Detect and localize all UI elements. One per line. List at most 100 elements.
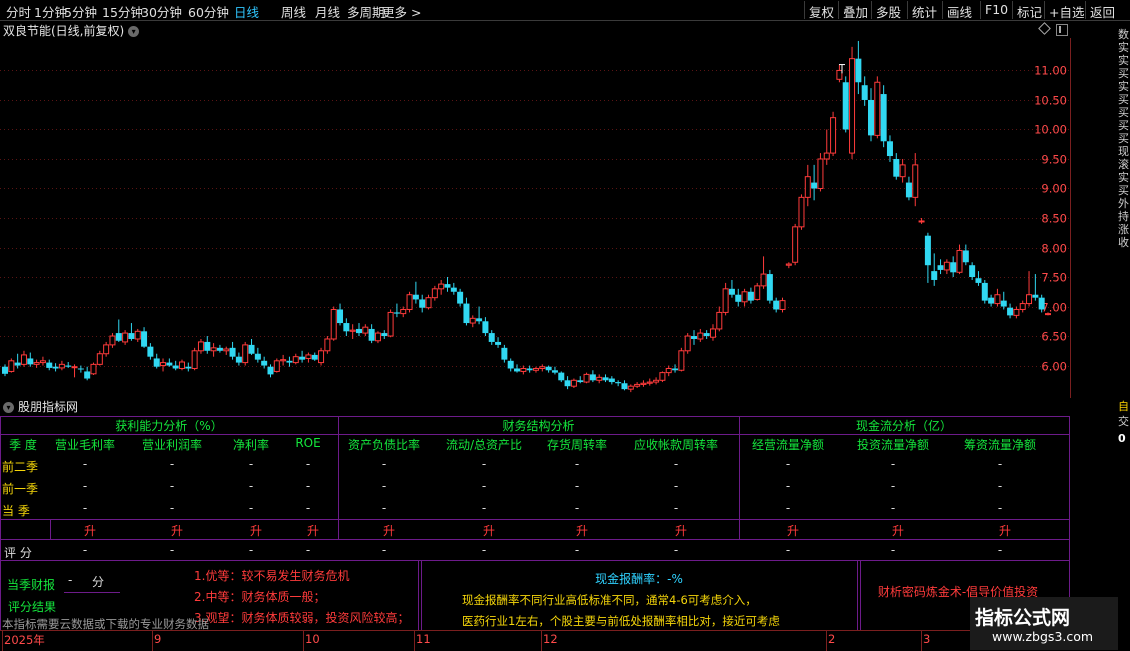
table-cell: -	[890, 479, 896, 493]
candle-body-up	[400, 308, 407, 315]
price-tick-label: 9.00	[1041, 182, 1067, 196]
price-tick-label: 7.50	[1041, 271, 1067, 285]
candle-body-up	[431, 288, 438, 299]
candle-body-down	[368, 328, 375, 341]
trend-cell: 升	[83, 524, 96, 538]
candle-body-up	[918, 220, 925, 223]
price-tick-label: 10.00	[1034, 123, 1067, 137]
candle-body-down	[893, 158, 900, 177]
toolbar-action-7[interactable]: +自选	[1049, 2, 1084, 21]
toolbar-action-0[interactable]: 复权	[809, 2, 834, 21]
watermark-url: www.zbgs3.com	[992, 629, 1094, 644]
panel-name: 股朋指标网	[18, 400, 79, 414]
table-cell: -	[381, 457, 387, 471]
toolbar-action-3[interactable]: 统计	[912, 2, 937, 21]
trend-cell: 升	[482, 524, 495, 538]
score-label: 评 分	[4, 546, 32, 560]
candle-body-up	[438, 283, 445, 290]
table-cell: -	[997, 501, 1003, 515]
candle-body-up	[823, 152, 830, 160]
period-tab-6[interactable]: 日线	[234, 2, 259, 21]
strip-char: 滚	[1118, 158, 1129, 171]
candle-body-down	[65, 365, 72, 367]
candle-body-up	[178, 361, 185, 369]
table-cell: -	[481, 457, 487, 471]
toolbar-action-5[interactable]: F10	[985, 2, 1008, 17]
period-tab-4[interactable]: 30分钟	[141, 2, 182, 21]
candle-body-down	[14, 362, 21, 366]
table-vline	[739, 416, 740, 539]
candle-body-up	[134, 330, 141, 340]
candle-body-up	[792, 226, 799, 263]
table-cell: -	[169, 457, 175, 471]
candle-body-up	[943, 261, 950, 271]
toolbar-separator	[942, 1, 943, 19]
diamond-icon[interactable]	[1038, 22, 1051, 35]
candle-body-up	[58, 363, 65, 369]
candle-body-up	[160, 362, 167, 367]
chart-title[interactable]: 双良节能(日线,前复权) ▾	[3, 22, 140, 39]
candle-body-down	[286, 360, 293, 363]
right-bottom-char: 交	[1118, 415, 1129, 428]
chevron-down-icon[interactable]: ▾	[3, 402, 14, 413]
candle-body-up	[665, 367, 672, 374]
candle-body-up	[722, 288, 729, 313]
period-tab-0[interactable]: 分时	[6, 2, 31, 21]
candle-body-down	[172, 365, 179, 369]
candle-body-down	[52, 366, 59, 369]
period-tab-10[interactable]: 更多 >	[382, 2, 421, 21]
candle-body-down	[248, 344, 255, 354]
toolbar-action-4[interactable]: 画线	[947, 2, 972, 21]
candle-body-up	[425, 297, 432, 309]
window-toggle-icon[interactable]	[1056, 24, 1068, 36]
table-cell: -	[997, 479, 1003, 493]
toolbar-action-2[interactable]: 多股	[876, 2, 901, 21]
toolbar-action-1[interactable]: 叠加	[843, 2, 868, 21]
candle-body-up	[716, 311, 723, 330]
candle-body-down	[608, 378, 615, 383]
strip-char: 外	[1118, 197, 1129, 210]
candle-body-down	[229, 347, 236, 357]
strip-char: 买	[1118, 67, 1129, 80]
group-header-1: 财务结构分析	[502, 419, 575, 433]
trend-cell: 升	[891, 524, 904, 538]
period-tab-3[interactable]: 15分钟	[102, 2, 143, 21]
table-cell: -	[169, 501, 175, 515]
score-cell: -	[890, 543, 896, 557]
toolbar-separator	[980, 1, 981, 19]
indicator-panel-title[interactable]: ▾ 股朋指标网	[3, 398, 78, 415]
toolbar-action-8[interactable]: 返回	[1090, 2, 1115, 21]
time-axis: 2025年 9 10 11 12 2 3	[0, 630, 1070, 651]
period-tab-8[interactable]: 月线	[315, 2, 340, 21]
candle-body-up	[330, 308, 337, 340]
table-cell: -	[997, 457, 1003, 471]
period-tab-7[interactable]: 周线	[281, 2, 306, 21]
period-tab-1[interactable]: 1分钟	[34, 2, 67, 21]
period-tab-9[interactable]: 多周期	[347, 2, 385, 21]
candle-body-down	[551, 370, 558, 373]
candle-body-down	[450, 287, 457, 292]
period-tab-2[interactable]: 5分钟	[64, 2, 97, 21]
candle-body-down	[691, 336, 698, 339]
period-tab-5[interactable]: 60分钟	[188, 2, 229, 21]
time-tick	[826, 631, 827, 651]
candle-body-up	[627, 385, 634, 390]
candle-body-down	[166, 362, 173, 366]
candle-body-up	[362, 326, 369, 334]
toolbar-action-6[interactable]: 标记	[1017, 2, 1042, 21]
strip-char: 持	[1118, 210, 1129, 223]
score-cell: -	[248, 543, 254, 557]
candle-body-down	[147, 346, 154, 357]
candlestick-chart[interactable]: 11.00 10.50 10.00 9.50 9.00 8.50 8.00 7.50 7.00 6…	[0, 38, 1070, 398]
candle-body-down	[811, 182, 818, 189]
chevron-down-icon[interactable]: ▾	[128, 26, 140, 37]
report-label: 当季财报	[7, 578, 56, 592]
candle-body-up	[223, 348, 230, 352]
table-vline	[50, 519, 51, 539]
candle-body-up	[197, 341, 204, 352]
table-vline	[857, 560, 858, 630]
score-cell: -	[305, 543, 311, 557]
table-cell: -	[305, 457, 311, 471]
grade-legend-1: 2.中等：财务体质一般；	[194, 590, 326, 604]
candle-body-up	[646, 381, 653, 384]
